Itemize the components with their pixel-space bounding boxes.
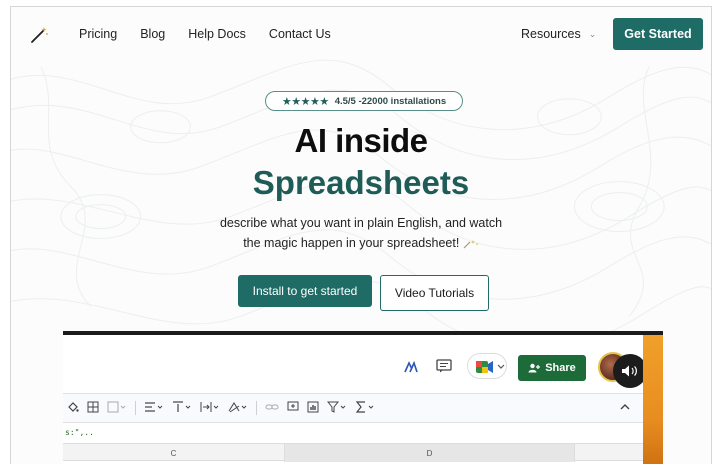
meet-button[interactable] <box>467 353 507 379</box>
nav-link-pricing[interactable]: Pricing <box>79 27 117 41</box>
video-call-icon <box>476 361 505 373</box>
nav-link-blog[interactable]: Blog <box>140 27 165 41</box>
formula-bar[interactable]: s:",.. <box>63 423 643 443</box>
format-toolbar <box>63 393 643 423</box>
rating-text: 4.5/5 -22000 installations <box>334 95 447 107</box>
page-frame: Pricing Blog Help Docs Contact Us Resour… <box>10 6 712 464</box>
star-rating-icon: ★★★★★ <box>281 95 329 108</box>
align-horizontal-icon[interactable] <box>144 401 164 416</box>
text-wrap-icon[interactable] <box>200 401 220 416</box>
resources-label: Resources <box>521 27 581 41</box>
chevron-down-icon: ⌄ <box>588 28 597 39</box>
text-rotation-icon[interactable] <box>228 401 248 416</box>
hero-subtitle: describe what you want in plain English,… <box>191 213 531 253</box>
merge-cells-icon[interactable] <box>107 401 127 416</box>
chevron-up-icon[interactable] <box>619 402 631 415</box>
spreadsheet-preview: Share s:",.. C D <box>63 331 663 464</box>
speaker-icon[interactable] <box>613 354 647 388</box>
nav-link-help-docs[interactable]: Help Docs <box>188 27 246 41</box>
column-headers: C D <box>63 443 643 462</box>
magic-wand-sparkle-icon <box>463 236 479 250</box>
hero-subtitle-line2: the magic happen in your spreadsheet! <box>243 236 460 250</box>
column-header-c[interactable]: C <box>63 444 285 462</box>
link-icon[interactable] <box>265 402 279 415</box>
align-vertical-icon[interactable] <box>172 400 192 416</box>
share-label: Share <box>545 362 576 374</box>
functions-sigma-icon[interactable] <box>355 400 375 416</box>
get-started-button[interactable]: Get Started <box>613 18 703 50</box>
hero-subtitle-line1: describe what you want in plain English,… <box>219 216 503 230</box>
insert-comment-icon[interactable] <box>287 401 299 416</box>
filter-icon[interactable] <box>326 401 347 416</box>
sheet-top-toolbar: Share <box>63 335 647 393</box>
magic-wand-logo-icon[interactable] <box>29 25 49 45</box>
nav-link-contact-us[interactable]: Contact Us <box>269 27 331 41</box>
insert-chart-icon[interactable] <box>307 401 319 416</box>
nav-links: Pricing Blog Help Docs Contact Us <box>79 27 331 41</box>
paint-bucket-icon[interactable] <box>67 401 79 416</box>
column-header-d[interactable]: D <box>285 444 575 462</box>
hero-subtitle-line2-wrap: the magic happen in your spreadsheet! <box>191 233 531 253</box>
hero-title-line2: Spreadsheets <box>252 164 470 201</box>
rating-badge: ★★★★★ 4.5/5 -22000 installations <box>265 91 463 111</box>
toolbar-divider <box>135 401 136 415</box>
top-nav: Pricing Blog Help Docs Contact Us Resour… <box>11 7 711 63</box>
video-tutorials-button[interactable]: Video Tutorials <box>380 275 489 311</box>
install-button[interactable]: Install to get started <box>238 275 372 307</box>
person-add-icon <box>528 363 541 373</box>
resources-dropdown[interactable]: Resources ⌄ <box>521 27 596 41</box>
hero-title-line1: AI inside <box>294 122 428 159</box>
share-button[interactable]: Share <box>518 355 586 381</box>
comment-icon[interactable] <box>435 357 453 375</box>
borders-icon[interactable] <box>87 401 99 416</box>
toolbar-divider <box>256 401 257 415</box>
orange-side-strip <box>643 335 663 464</box>
ai-logo-icon[interactable] <box>403 359 419 375</box>
